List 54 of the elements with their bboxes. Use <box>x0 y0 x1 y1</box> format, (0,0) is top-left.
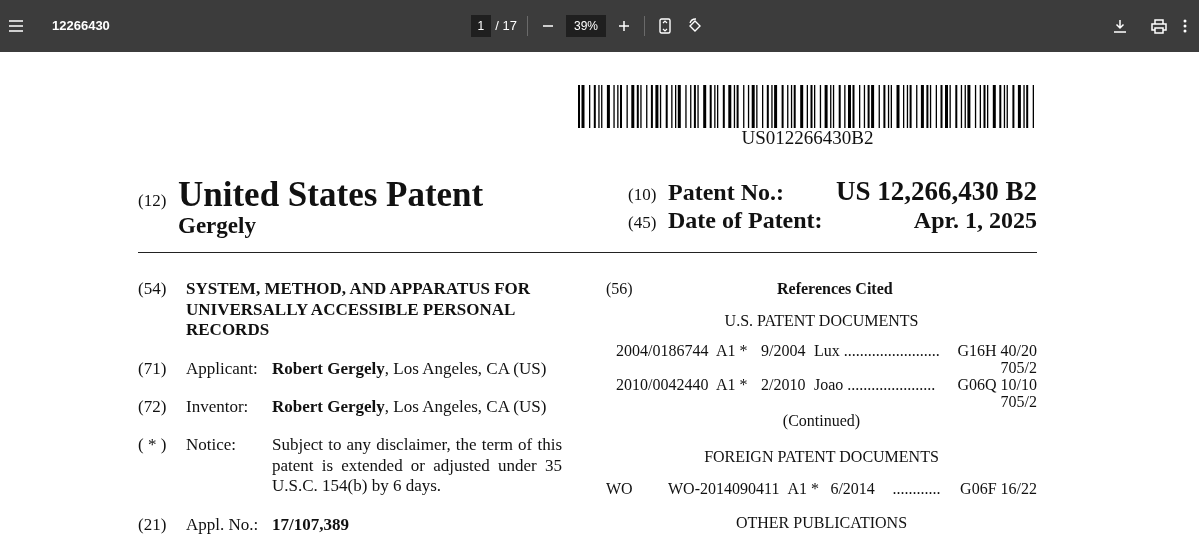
patent-number: 2004/0186744 <box>616 343 710 361</box>
invention-title: SYSTEM, METHOD, AND APPARATUS FOR UNIVERSALLY ACCESSIBLE PERSONAL RECORDS <box>186 279 532 341</box>
classification: G06Q 10/10 <box>957 377 1037 394</box>
classification: 705/2 <box>1000 359 1037 377</box>
country-code: WO <box>606 478 634 499</box>
classification: G16H 40/20 <box>957 343 1037 361</box>
inventor-surname: Gergely <box>178 213 256 239</box>
barcode-number: US012266430B2 <box>741 128 874 149</box>
kind-code: A1 * <box>787 478 820 499</box>
section-code: ( * ) <box>138 435 168 457</box>
section-code: (21) <box>138 514 168 535</box>
dot-leader: ............ <box>892 478 942 499</box>
document-title: 12266430 <box>52 17 110 36</box>
date: 9/2004 <box>761 343 807 361</box>
field-label: Inventor: <box>186 396 250 418</box>
kind-code: A1 * <box>716 377 749 394</box>
field-label: Appl. No.: <box>186 514 260 535</box>
field-value: Robert Gergely, Los Angeles, CA (US) <box>272 358 547 379</box>
continued-note: (Continued) <box>782 411 861 429</box>
field-value: US 12,266,430 B2 <box>835 176 1037 207</box>
dot-leader: ........................ <box>843 343 941 361</box>
page-count: / 17 <box>495 17 517 36</box>
section-code: (54) <box>138 279 168 301</box>
section-code: (10) <box>628 185 658 205</box>
field-label: Applicant: <box>186 358 259 379</box>
page-number-field[interactable]: 1 <box>470 15 492 37</box>
inventor-name: Joao <box>814 377 844 394</box>
classification: 705/2 <box>1000 392 1037 410</box>
field-value: 17/107,389 <box>272 514 349 535</box>
patent-number: 2010/0042440 <box>616 377 710 394</box>
dot-leader: ...................... <box>847 377 937 394</box>
zoom-field[interactable]: 39% <box>565 15 606 37</box>
section-code: (72) <box>138 396 168 418</box>
section-code: (56) <box>606 279 633 300</box>
field-value: Apr. 1, 2025 <box>913 206 1037 233</box>
patent-number: WO-2014090411 <box>668 478 780 499</box>
section-heading: OTHER PUBLICATIONS <box>735 513 908 531</box>
section-heading: U.S. PATENT DOCUMENTS <box>724 312 919 330</box>
classification: G06F 16/22 <box>960 478 1037 499</box>
date: 2/2010 <box>761 377 807 394</box>
inventor-name: Lux <box>814 343 840 361</box>
section-heading: References Cited <box>777 280 893 298</box>
field-label: Notice: <box>186 435 238 457</box>
field-value: Subject to any disclaimer, the term of this patent is extended or adjusted under 35 U.S.C. 154(b) by 6 days. <box>272 435 563 497</box>
field-value: Robert Gergely, Los Angeles, CA (US) <box>272 396 547 418</box>
section-code: (71) <box>138 358 168 379</box>
field-label: Patent No.: <box>668 178 785 206</box>
document-heading: United States Patent <box>178 176 484 212</box>
section-heading: FOREIGN PATENT DOCUMENTS <box>704 447 939 465</box>
section-code: (12) <box>138 189 168 212</box>
section-code: (45) <box>628 213 658 233</box>
kind-code: A1 * <box>716 343 749 361</box>
date: 6/2014 <box>830 478 876 499</box>
field-label: Date of Patent: <box>668 206 824 233</box>
